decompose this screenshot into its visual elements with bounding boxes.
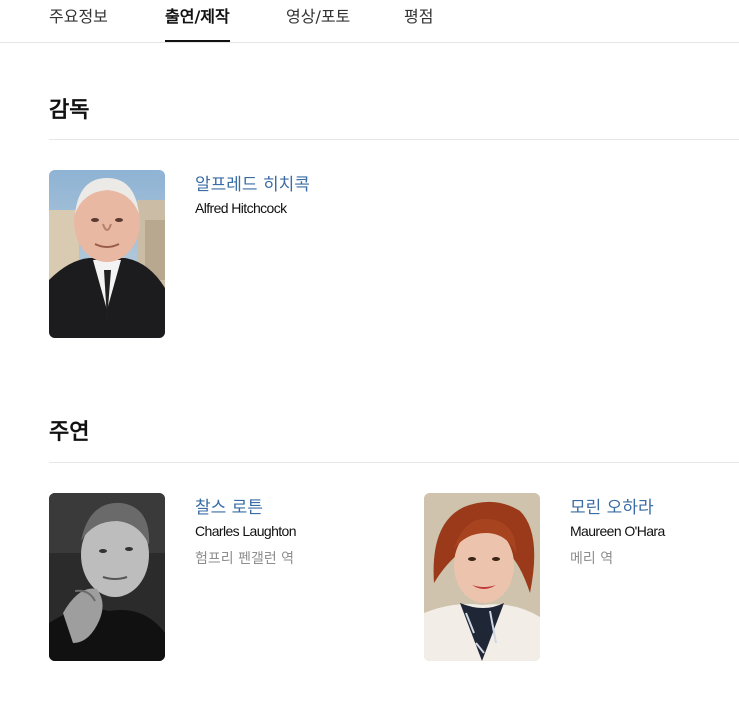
- person-info: 찰스 로튼 Charles Laughton 험프리 펜갤런 역: [195, 497, 297, 569]
- cast-crew-page: 주요정보 출연/제작 영상/포토 평점 감독 알프레드 히치콕 Alfred H…: [0, 0, 739, 701]
- person-role: 험프리 펜갤런 역: [195, 551, 295, 567]
- person-name-korean[interactable]: 모린 오하라: [570, 497, 665, 519]
- portrait-image: [49, 493, 165, 661]
- tab-bar: 주요정보 출연/제작 영상/포토 평점: [0, 0, 739, 43]
- person-photo[interactable]: [424, 493, 540, 661]
- section-title-director: 감독: [49, 98, 90, 123]
- section-divider: [49, 462, 739, 463]
- person-card-cast-2[interactable]: 모린 오하라 Maureen O'Hara 메리 역: [424, 493, 739, 661]
- person-name-english: Alfred Hitchcock: [195, 200, 287, 216]
- person-card-director[interactable]: 알프레드 히치콕 Alfred Hitchcock: [49, 170, 379, 338]
- person-name-korean[interactable]: 알프레드 히치콕: [195, 174, 310, 196]
- person-name-english: Maureen O'Hara: [570, 523, 665, 539]
- person-photo[interactable]: [49, 493, 165, 661]
- portrait-image: [424, 493, 540, 661]
- person-info: 알프레드 히치콕 Alfred Hitchcock: [195, 174, 310, 218]
- section-title-cast: 주연: [49, 420, 90, 445]
- person-role: 메리 역: [570, 551, 614, 567]
- portrait-image: [49, 170, 165, 338]
- tab-ratings[interactable]: 평점: [404, 0, 433, 42]
- tab-main-info[interactable]: 주요정보: [49, 0, 108, 42]
- person-name-english: Charles Laughton: [195, 523, 297, 539]
- tab-video-photo[interactable]: 영상/포토: [286, 0, 350, 42]
- person-photo[interactable]: [49, 170, 165, 338]
- section-divider: [49, 139, 739, 140]
- person-card-cast-1[interactable]: 찰스 로튼 Charles Laughton 험프리 펜갤런 역: [49, 493, 379, 661]
- tab-cast-crew[interactable]: 출연/제작: [165, 0, 230, 42]
- person-name-korean[interactable]: 찰스 로튼: [195, 497, 296, 519]
- person-info: 모린 오하라 Maureen O'Hara 메리 역: [570, 497, 665, 569]
